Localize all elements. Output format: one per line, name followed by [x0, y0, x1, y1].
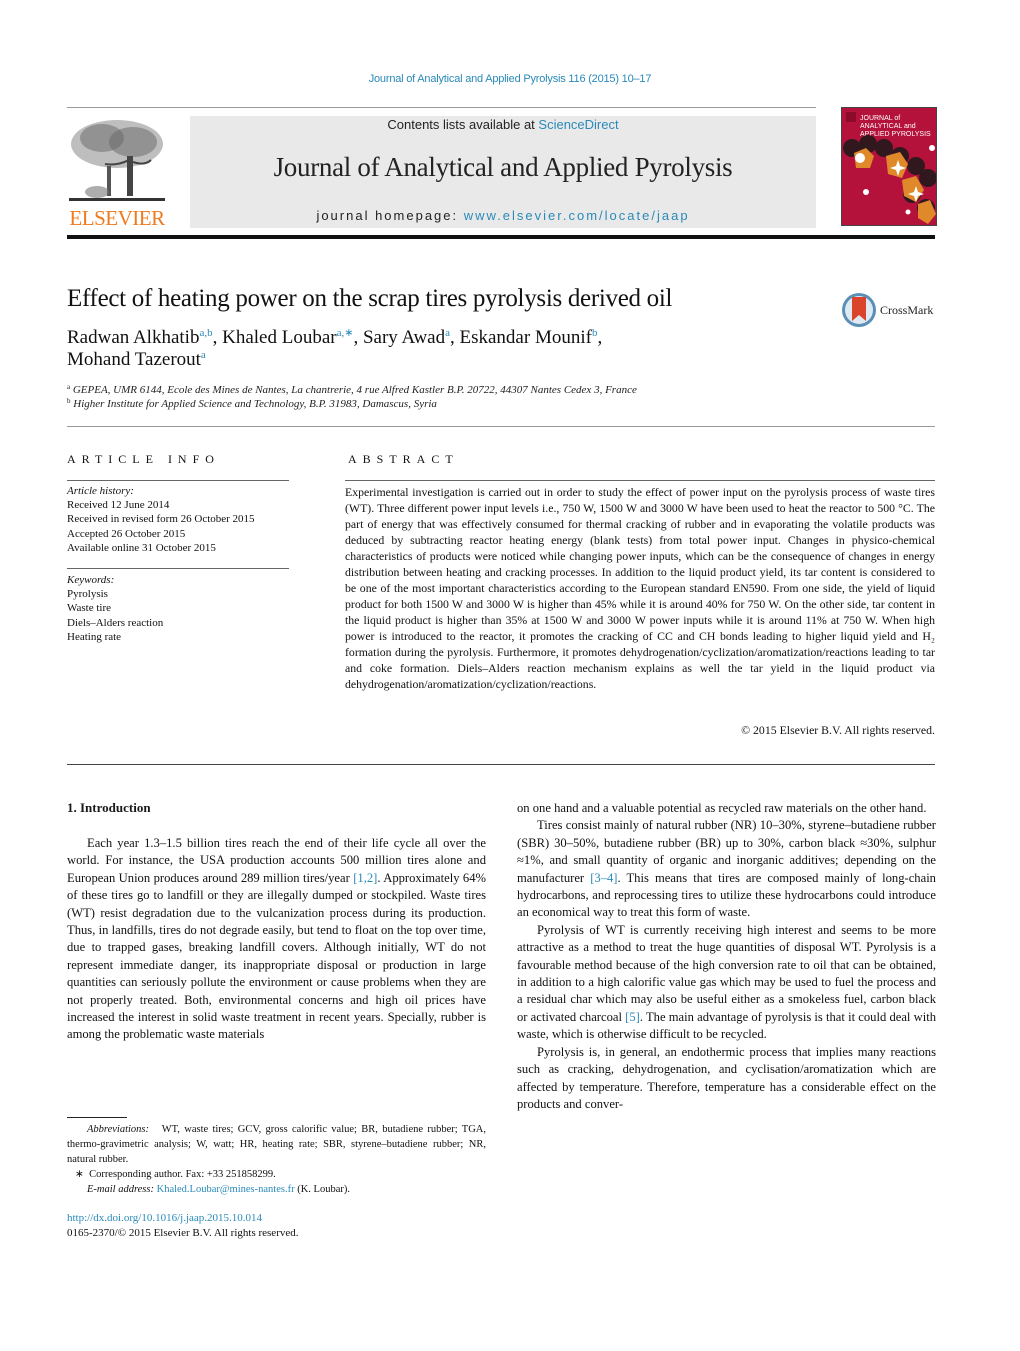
citation-link[interactable]: [1,2]: [353, 871, 377, 885]
affiliation: a GEPEA, UMR 6144, Ecole des Mines de Na…: [67, 383, 637, 397]
doi-link[interactable]: http://dx.doi.org/10.1016/j.jaap.2015.10…: [67, 1212, 262, 1224]
keyword: Heating rate: [67, 630, 122, 643]
journal-citation[interactable]: Journal of Analytical and Applied Pyroly…: [0, 73, 1020, 85]
journal-cover[interactable]: JOURNAL of ANALYTICAL and APPLIED PYROLY…: [841, 107, 937, 226]
homepage-link[interactable]: www.elsevier.com/locate/jaap: [464, 208, 690, 223]
cover-line-2: ANALYTICAL and: [860, 123, 916, 130]
paragraph: on one hand and a valuable potential as …: [517, 801, 927, 815]
issn-line: 0165-2370/© 2015 Elsevier B.V. All right…: [67, 1227, 299, 1239]
section-heading-introduction: 1. Introduction: [67, 800, 151, 815]
email-footnote: E-mail address: Khaled.Loubar@mines-nant…: [87, 1184, 350, 1195]
paragraph: Each year 1.3–1.5 billion tires reach th…: [67, 836, 486, 1042]
paragraph: Pyrolysis is, in general, an endothermic…: [517, 1044, 936, 1111]
header-divider: [67, 107, 816, 108]
affiliations: a GEPEA, UMR 6144, Ecole des Mines de Na…: [67, 383, 637, 411]
paragraph: Tires consist mainly of natural rubber (…: [517, 818, 936, 920]
cover-artwork-icon: JOURNAL of ANALYTICAL and APPLIED PYROLY…: [843, 112, 936, 224]
cover-line-1: JOURNAL of: [860, 115, 900, 122]
article-info-heading: ARTICLE INFO: [67, 452, 220, 466]
journal-banner: Contents lists available at ScienceDirec…: [190, 116, 816, 228]
history-label: Article history:: [67, 485, 134, 497]
author[interactable]: Radwan Alkhatiba,b,: [67, 327, 222, 348]
homepage-prefix: journal homepage:: [316, 208, 464, 223]
footnote-divider: [67, 1117, 127, 1118]
crossmark-icon: [842, 293, 876, 327]
keyword: Pyrolysis: [67, 588, 108, 601]
author[interactable]: Mohand Tazerouta: [67, 349, 206, 370]
crossmark-label: CrossMark: [880, 303, 934, 317]
article-info-divider: [67, 480, 289, 481]
journal-title: Journal of Analytical and Applied Pyroly…: [273, 152, 733, 182]
footnotes: Abbreviations: WT, waste tires; GCV, gro…: [67, 1122, 486, 1197]
history-item: Accepted 26 October 2015: [67, 527, 186, 540]
keyword: Waste tire: [67, 602, 112, 615]
affiliation: b Higher Institute for Applied Science a…: [67, 397, 437, 411]
author[interactable]: Khaled Loubara,∗,: [222, 327, 363, 348]
keywords-divider: [67, 568, 289, 569]
contents-line: Contents lists available at ScienceDirec…: [190, 117, 816, 132]
body-column-left: Each year 1.3–1.5 billion tires reach th…: [67, 835, 486, 1044]
keywords-label: Keywords:: [67, 574, 115, 586]
abstract-divider: [345, 480, 935, 481]
abstract-text: Experimental investigation is carried ou…: [345, 485, 935, 691]
keyword: Diels–Alders reaction: [67, 616, 164, 629]
homepage-line: journal homepage: www.elsevier.com/locat…: [190, 208, 816, 223]
contents-prefix: Contents lists available at: [387, 117, 539, 132]
crossmark-badge[interactable]: CrossMark: [840, 291, 940, 331]
body-column-right: on one hand and a valuable potential as …: [517, 800, 936, 1113]
abbreviations-footnote: Abbreviations: WT, waste tires; GCV, gro…: [67, 1124, 486, 1165]
author-affiliation-marker[interactable]: a: [201, 349, 206, 361]
corresponding-author-footnote: ∗ Corresponding author. Fax: +33 2518582…: [75, 1169, 276, 1180]
elsevier-tree-icon: [69, 120, 165, 201]
author-affiliation-marker[interactable]: a,b: [199, 327, 212, 339]
keywords: Keywords: Pyrolysis Waste tire Diels–Ald…: [67, 573, 163, 644]
doi-block: http://dx.doi.org/10.1016/j.jaap.2015.10…: [67, 1211, 299, 1241]
citation-link[interactable]: [3–4]: [590, 871, 617, 885]
header-thick-divider: [67, 235, 935, 239]
article-history: Article history: Received 12 June 2014 R…: [67, 484, 255, 555]
history-item: Received 12 June 2014: [67, 499, 170, 512]
elsevier-wordmark: ELSEVIER: [69, 206, 165, 230]
author[interactable]: Eskandar Mounifb,: [460, 327, 603, 348]
sciencedirect-link[interactable]: ScienceDirect: [538, 117, 618, 132]
paragraph: Pyrolysis of WT is currently receiving h…: [517, 922, 936, 1042]
abstract-copyright: © 2015 Elsevier B.V. All rights reserved…: [741, 723, 935, 737]
history-item: Available online 31 October 2015: [67, 541, 216, 554]
history-item: Received in revised form 26 October 2015: [67, 513, 255, 526]
abstract-heading: ABSTRACT: [348, 452, 459, 466]
author-affiliation-marker[interactable]: a,∗: [337, 327, 354, 339]
elsevier-logo[interactable]: ELSEVIER: [67, 116, 167, 230]
abstract-end-divider: [67, 764, 935, 765]
email-link[interactable]: Khaled.Loubar@mines-nantes.fr: [157, 1184, 295, 1195]
article-title: Effect of heating power on the scrap tir…: [67, 285, 673, 312]
author[interactable]: Sary Awada,: [363, 327, 460, 348]
affiliation-divider: [67, 426, 935, 427]
citation-link[interactable]: [5]: [625, 1010, 640, 1024]
author-list: Radwan Alkhatiba,b, Khaled Loubara,∗, Sa…: [67, 327, 767, 371]
